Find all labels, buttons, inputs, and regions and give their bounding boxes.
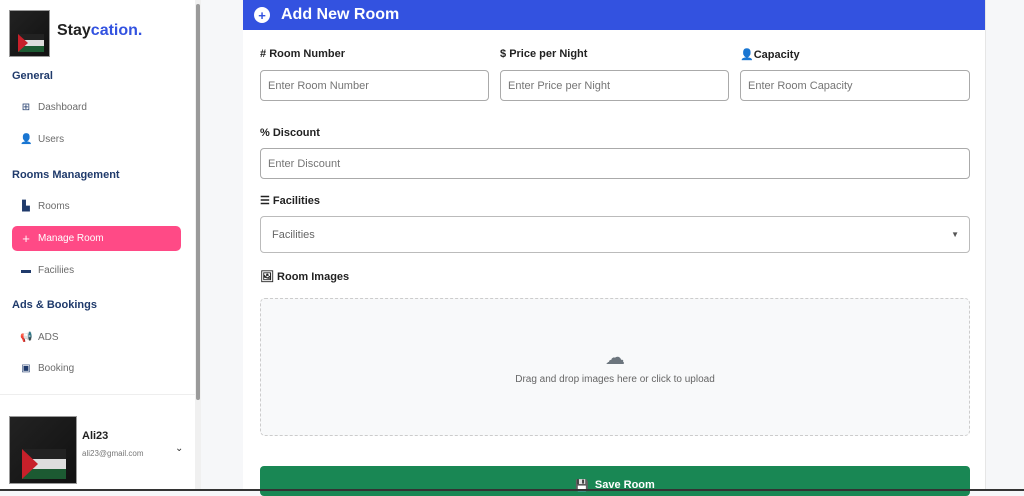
user-icon: 👤: [740, 49, 754, 61]
discount-input[interactable]: [260, 148, 970, 179]
brand-title: Staycation.: [57, 22, 143, 39]
image-icon: 🖼: [260, 271, 278, 283]
sidebar-item-facilities[interactable]: ▬ Faciliies: [12, 258, 181, 283]
save-icon: 💾: [575, 480, 589, 492]
image-dropzone[interactable]: ☁ Drag and drop images here or click to …: [260, 298, 970, 436]
sidebar-item-booking[interactable]: ▣ Booking: [12, 356, 181, 381]
section-ads-bookings: Ads & Bookings: [12, 299, 97, 311]
room-images-label: 🖼 Room Images: [260, 271, 350, 283]
sidebar-item-manage-room[interactable]: + Manage Room: [12, 226, 181, 251]
divider: [0, 394, 195, 395]
dollar-icon: $: [500, 48, 510, 60]
section-rooms-management: Rooms Management: [12, 169, 120, 181]
hash-icon: #: [260, 48, 270, 60]
sidebar-scrollbar[interactable]: [195, 0, 201, 491]
bed-icon: ▬: [21, 265, 31, 276]
plus-icon: +: [22, 231, 30, 246]
chevron-down-icon[interactable]: ⌄: [175, 443, 183, 454]
user-icon: 👤: [20, 134, 33, 145]
capacity-input[interactable]: [740, 70, 970, 101]
sidebar-item-dashboard[interactable]: ⊞ Dashboard: [12, 95, 181, 120]
caret-down-icon: ▼: [951, 230, 959, 239]
sidebar-item-rooms[interactable]: ▙ Rooms: [12, 194, 181, 219]
cloud-upload-icon: ☁: [605, 347, 625, 369]
calendar-check-icon: ▣: [21, 363, 31, 374]
door-icon: ▙: [22, 201, 30, 212]
avatar: [9, 416, 77, 484]
room-number-input[interactable]: [260, 70, 489, 101]
user-email: ali23@gmail.com: [82, 449, 144, 458]
section-general: General: [12, 70, 53, 82]
sidebar-item-users[interactable]: 👤 Users: [12, 127, 181, 152]
user-name: Ali23: [82, 430, 109, 442]
sidebar: Staycation. General ⊞ Dashboard 👤 Users Ro…: [0, 0, 195, 491]
add-room-card: + Add New Room # Room Number $ Price per …: [243, 0, 986, 496]
grid-icon: ⊞: [21, 102, 31, 113]
facilities-select[interactable]: Facilities ▼: [260, 216, 970, 253]
room-number-label: # Room Number: [260, 48, 345, 60]
facilities-label: ☰ Facilities: [260, 195, 320, 207]
sidebar-item-ads[interactable]: 📢 ADS: [12, 325, 181, 350]
list-icon: ☰: [260, 195, 273, 207]
percent-icon: %: [260, 127, 273, 139]
price-input[interactable]: [500, 70, 729, 101]
capacity-label: 👤Capacity: [740, 49, 800, 61]
megaphone-icon: 📢: [20, 332, 33, 343]
discount-label: % Discount: [260, 127, 320, 139]
save-room-button[interactable]: 💾 Save Room: [260, 466, 970, 496]
price-label: $ Price per Night: [500, 48, 588, 60]
page-title: Add New Room: [281, 6, 400, 23]
logo-image: [9, 10, 50, 57]
card-header: + Add New Room: [243, 0, 985, 30]
plus-circle-icon: +: [254, 7, 270, 23]
